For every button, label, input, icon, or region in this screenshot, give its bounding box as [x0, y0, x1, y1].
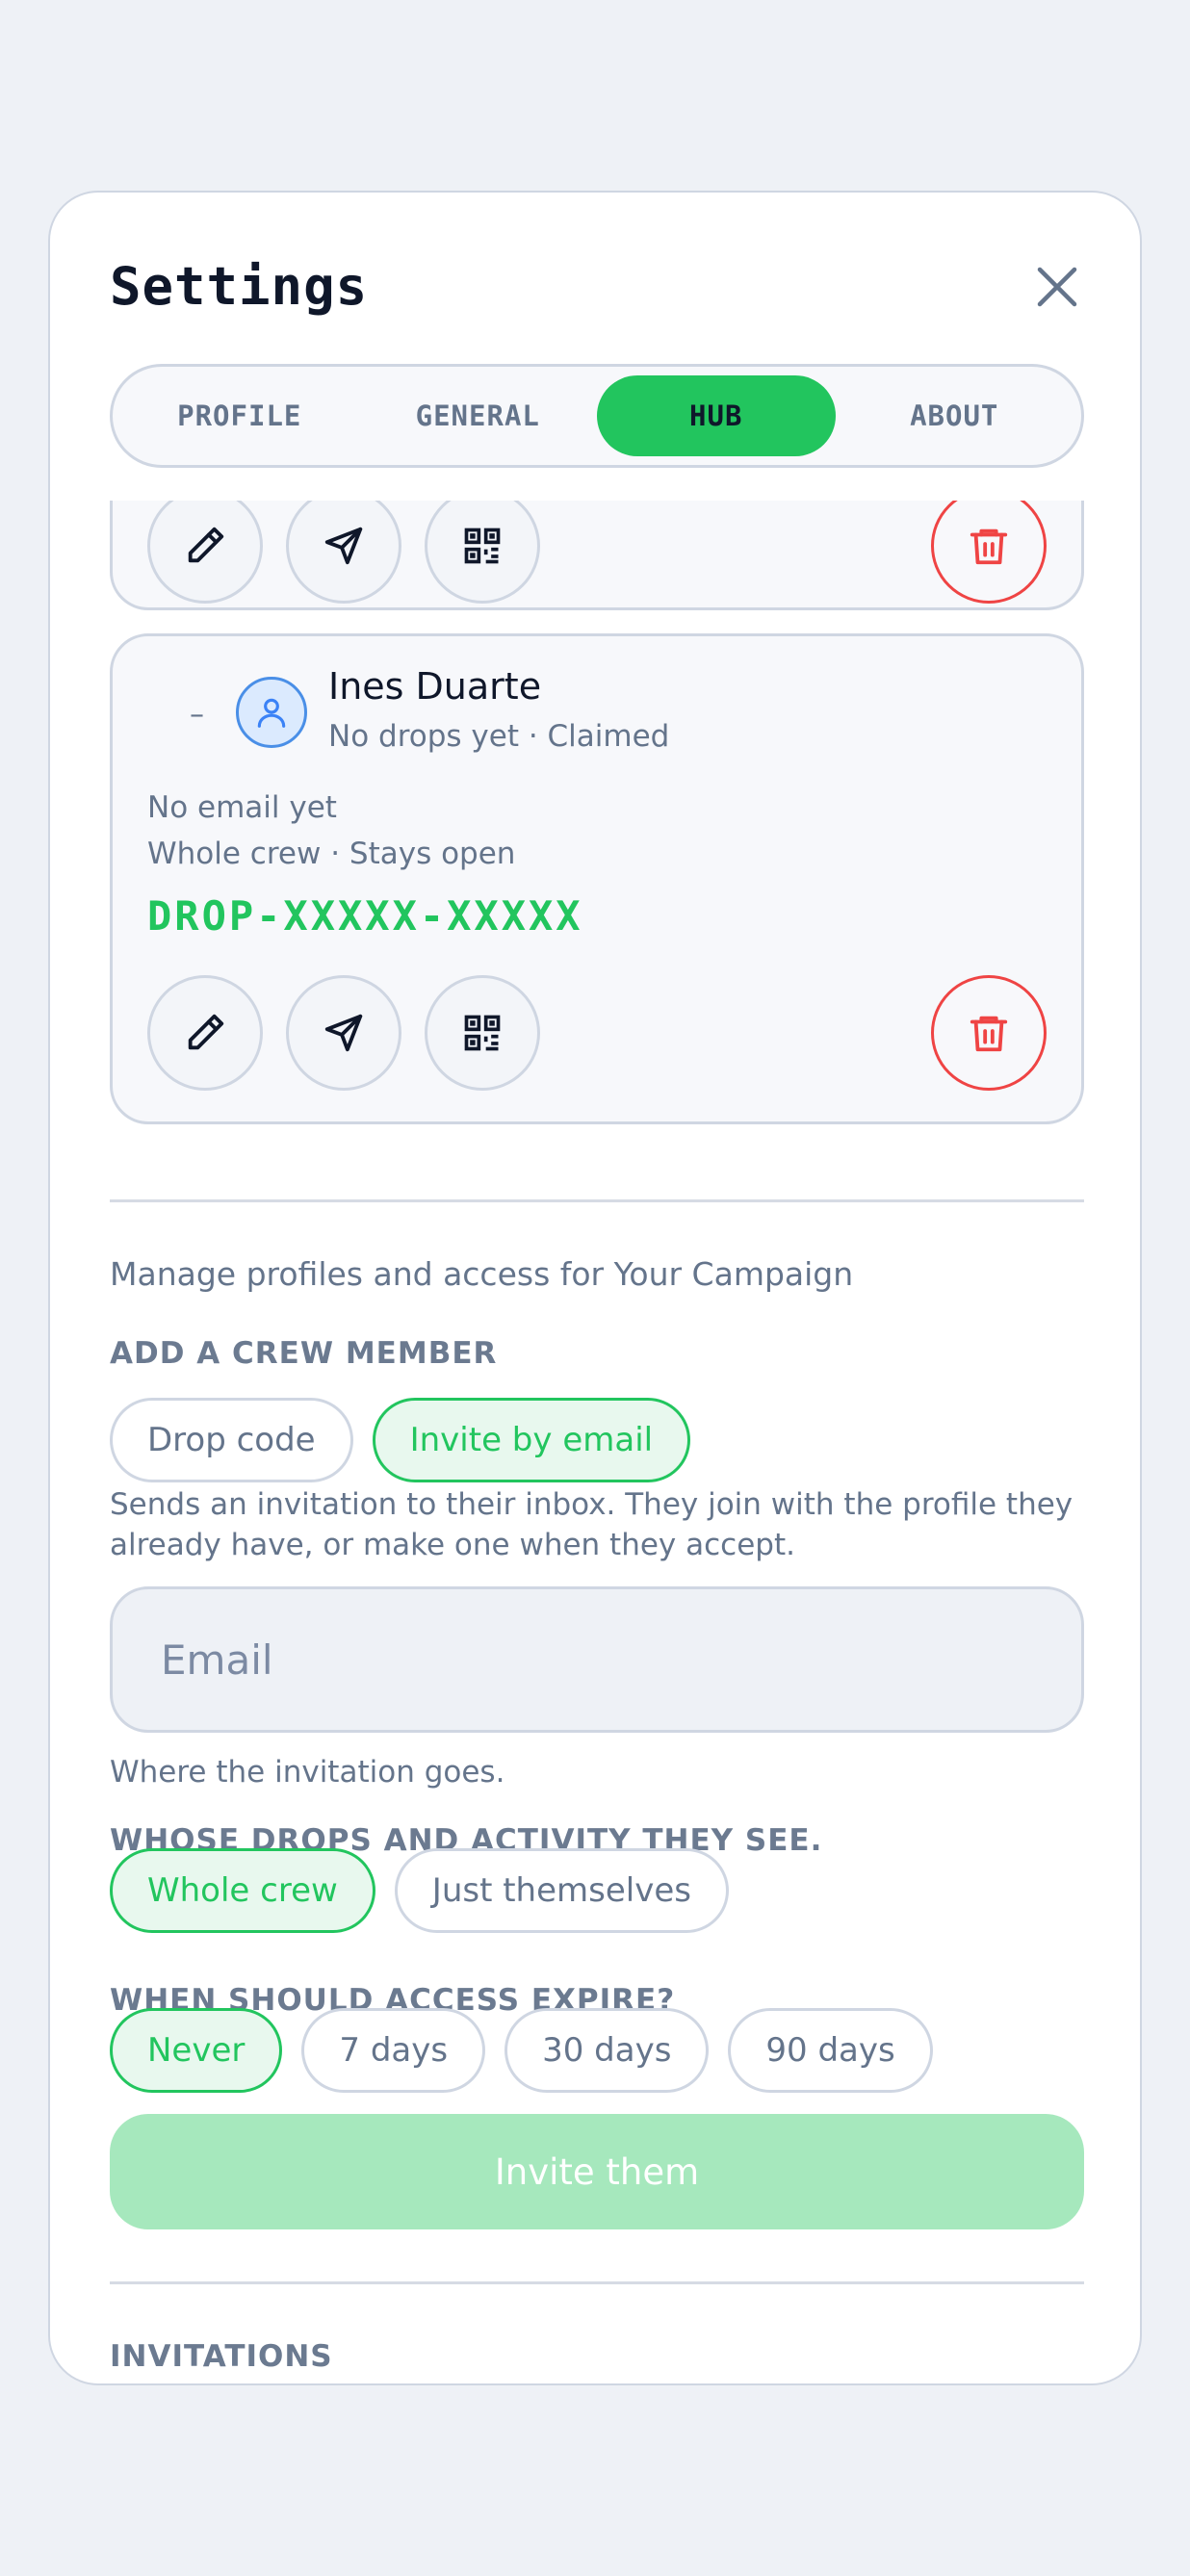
- tab-general[interactable]: GENERAL: [359, 375, 598, 456]
- expiry-never[interactable]: Never: [110, 2008, 283, 2093]
- settings-modal: Settings PROFILE GENERAL HUB ABOUT – Ine…: [48, 191, 1142, 2385]
- invitations-heading: INVITATIONS: [110, 2339, 333, 2374]
- visibility-whole-crew[interactable]: Whole crew: [110, 1848, 375, 1933]
- qr-button[interactable]: [425, 501, 540, 604]
- expiry-7-days[interactable]: 7 days: [301, 2008, 486, 2093]
- hub-scroll-area[interactable]: – Ines Duarte No drops yet · Claimed No …: [50, 501, 1140, 2383]
- visibility-options: Whole crew Just themselves: [110, 1848, 748, 1933]
- email-hint: Where the invitation goes.: [110, 1755, 505, 1790]
- qr-code-icon: [464, 528, 501, 564]
- pencil-icon: [188, 527, 224, 563]
- send-button[interactable]: [286, 975, 401, 1091]
- trash-icon: [970, 528, 1008, 565]
- collapse-dash: –: [190, 698, 204, 732]
- pencil-icon: [188, 1014, 224, 1050]
- invite-help-text: Sends an invitation to their inbox. They…: [110, 1487, 1074, 1562]
- edit-button[interactable]: [147, 501, 263, 604]
- drop-code: DROP-XXXXX-XXXXX: [147, 892, 583, 940]
- tab-bar: PROFILE GENERAL HUB ABOUT: [110, 364, 1084, 468]
- expiry-90-days[interactable]: 90 days: [728, 2008, 933, 2093]
- invite-button[interactable]: Invite them: [110, 2114, 1084, 2229]
- delete-button[interactable]: [931, 501, 1047, 604]
- visibility-just-themselves[interactable]: Just themselves: [394, 1848, 729, 1933]
- expiry-30-days[interactable]: 30 days: [504, 2008, 710, 2093]
- tab-hub[interactable]: HUB: [597, 375, 836, 456]
- member-status: No drops yet · Claimed: [328, 719, 670, 754]
- modal-title: Settings: [110, 256, 369, 317]
- tab-profile[interactable]: PROFILE: [120, 375, 359, 456]
- trash-icon: [970, 1016, 1008, 1052]
- send-icon: [324, 1014, 363, 1052]
- mode-drop-code[interactable]: Drop code: [110, 1398, 353, 1482]
- manage-description: Manage profiles and access for Your Camp…: [110, 1255, 854, 1293]
- user-icon: [257, 698, 286, 728]
- add-member-heading: ADD A CREW MEMBER: [110, 1336, 498, 1371]
- mode-invite-email[interactable]: Invite by email: [372, 1398, 691, 1482]
- qr-button[interactable]: [425, 975, 540, 1091]
- close-icon[interactable]: [1032, 262, 1082, 312]
- send-icon: [324, 527, 363, 565]
- member-actions: [147, 501, 1047, 604]
- qr-code-icon: [464, 1015, 501, 1051]
- member-actions: [147, 975, 1047, 1091]
- send-button[interactable]: [286, 501, 401, 604]
- section-divider: [110, 2281, 1084, 2284]
- delete-button[interactable]: [931, 975, 1047, 1091]
- email-field[interactable]: [110, 1586, 1084, 1733]
- edit-button[interactable]: [147, 975, 263, 1091]
- member-card: – Ines Duarte No drops yet · Claimed No …: [110, 633, 1084, 1124]
- member-card: [110, 501, 1084, 610]
- section-divider: [110, 1199, 1084, 1202]
- invite-mode-toggle: Drop code Invite by email: [110, 1398, 710, 1482]
- expiry-options: Never 7 days 30 days 90 days: [110, 2008, 952, 2093]
- member-email: No email yet: [147, 790, 337, 825]
- avatar: [236, 677, 307, 748]
- member-scope: Whole crew · Stays open: [147, 837, 516, 871]
- member-name: Ines Duarte: [328, 665, 542, 708]
- tab-about[interactable]: ABOUT: [836, 375, 1074, 456]
